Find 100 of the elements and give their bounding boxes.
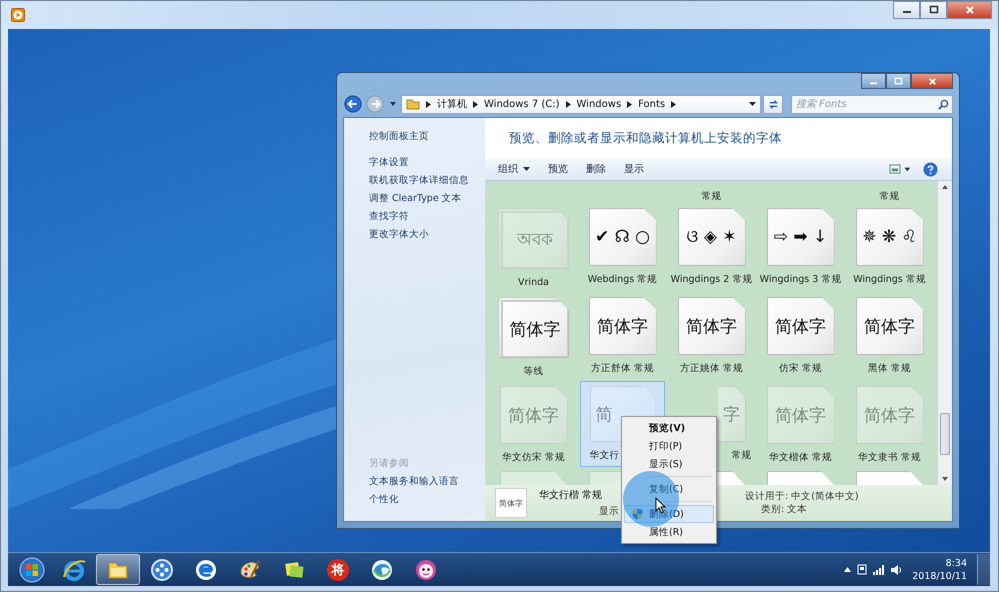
nav-link[interactable]: 更改字体大小 <box>369 226 485 244</box>
font-file-icon[interactable]: ⇨ ➡ ↓ <box>766 208 834 266</box>
maximize-button[interactable] <box>886 73 911 89</box>
scroll-down-icon[interactable] <box>942 477 948 481</box>
font-file-icon[interactable]: 简体字 <box>498 297 569 358</box>
chevron-icon <box>566 100 571 108</box>
toolbar-button[interactable]: 删除 <box>577 159 615 179</box>
clock[interactable]: 8:34 2018/10/11 <box>908 556 971 582</box>
font-sample: অবক <box>517 229 553 252</box>
font-file-icon[interactable]: 简体字 <box>588 297 656 355</box>
font-label[interactable]: 等线 <box>492 363 576 380</box>
font-label[interactable]: 仿宋 常规 <box>758 360 842 377</box>
speaker-icon[interactable] <box>891 564 902 574</box>
font-sample: ଓ ◈ ✶ <box>686 227 737 247</box>
close-icon <box>928 76 936 86</box>
font-label[interactable]: Wingdings 常规 <box>848 271 932 288</box>
font-file-icon[interactable]: 简体字 <box>856 297 924 355</box>
show-desktop-button[interactable] <box>977 554 990 585</box>
scrollbar[interactable] <box>937 181 952 485</box>
font-sample: 简体字 <box>510 318 560 340</box>
font-file-icon[interactable]: 简体字 <box>766 297 834 355</box>
font-label[interactable]: Vrinda <box>492 274 576 291</box>
font-sample: 简体字 <box>775 404 826 426</box>
chevron-icon <box>627 100 632 108</box>
font-sample: 简体字 <box>508 404 559 426</box>
nav-link[interactable]: 联机获取字体详细信息 <box>369 172 485 190</box>
folder-icon <box>406 97 420 111</box>
font-file-icon[interactable]: ଓ ◈ ✶ <box>678 208 746 266</box>
font-sample: 简体字 <box>775 316 826 338</box>
font-sample: 简体字 <box>597 316 648 338</box>
toolbar-button[interactable]: 显示 <box>615 159 653 179</box>
font-file-icon[interactable]: ✔ ☊ ○ <box>588 208 656 266</box>
font-sample: 简体字 <box>686 316 737 338</box>
scroll-up-icon[interactable] <box>942 185 948 189</box>
nav-link[interactable]: 个性化 <box>369 491 485 509</box>
minimize-button[interactable] <box>861 73 886 89</box>
toolbar-button[interactable]: 预览 <box>539 159 577 179</box>
close-button[interactable] <box>947 1 992 19</box>
font-name: 华文行楷 常规 <box>539 488 602 502</box>
view-icon <box>889 164 911 174</box>
font-label[interactable]: 方正舒体 常规 <box>580 360 664 377</box>
detail-text: 显示 <box>599 505 619 518</box>
page-heading: 预览、删除或者显示和隐藏计算机上安装的字体 <box>508 128 783 146</box>
font-label[interactable]: 黑体 常规 <box>848 360 932 377</box>
breadcrumb[interactable]: Windows 7 (C:) <box>484 98 560 110</box>
chevron-icon <box>671 100 676 108</box>
back-button[interactable] <box>343 94 363 114</box>
close-button[interactable] <box>911 73 953 89</box>
menu-item[interactable]: 属性(R) <box>624 523 714 541</box>
play-icon <box>11 8 25 22</box>
font-sample: ⇨ ➡ ↓ <box>774 227 828 247</box>
font-label: 常规 <box>702 190 722 203</box>
detail-text: 类别: 文本 <box>761 503 808 516</box>
history-caret-icon[interactable] <box>390 102 396 106</box>
search-field[interactable]: 搜索 Fonts <box>791 94 953 114</box>
toolbar-button[interactable]: 组织 <box>489 159 539 179</box>
section-title: 另请参阅 <box>369 457 410 471</box>
font-sample: ✔ ☊ ○ <box>595 227 650 247</box>
font-sample: 简 <box>596 404 612 426</box>
breadcrumb[interactable]: 计算机 <box>437 97 467 111</box>
refresh-button[interactable] <box>763 94 783 114</box>
media-player-icon <box>149 556 175 582</box>
font-sample: ✵ ❋ ♌ <box>862 227 917 247</box>
nav-link[interactable]: 控制面板主页 <box>369 128 485 146</box>
font-label[interactable]: Wingdings 2 常规 <box>670 271 754 288</box>
address-bar[interactable]: 计算机 Windows 7 (C:) Windows Fonts <box>401 94 761 114</box>
font-label[interactable]: Wingdings 3 常规 <box>758 271 842 288</box>
menu-item[interactable]: 显示(S) <box>624 455 714 473</box>
breadcrumb[interactable]: Fonts <box>638 98 666 110</box>
nav-link[interactable]: 查找字符 <box>369 208 485 226</box>
font-label[interactable]: Webdings 常规 <box>580 271 664 288</box>
nav-link[interactable]: 字体设置 <box>369 154 485 172</box>
font-label[interactable]: 华文楷体 常规 <box>758 449 842 466</box>
font-sample: 简体字 <box>864 404 915 426</box>
scroll-thumb[interactable] <box>940 413 950 455</box>
refresh-icon <box>766 98 780 110</box>
dropdown-caret-icon <box>749 102 756 106</box>
show-hidden-icons-icon[interactable] <box>844 567 852 572</box>
chevron-icon <box>426 100 431 108</box>
taskbar-button[interactable] <box>96 554 140 585</box>
maximize-button[interactable] <box>920 1 947 19</box>
taskbar-button[interactable]: 将 <box>316 554 360 585</box>
close-icon <box>964 5 974 15</box>
font-file-icon[interactable]: 简体字 <box>678 297 746 355</box>
font-label[interactable]: 华文隶书 常规 <box>848 449 932 466</box>
font-sample: 字 <box>723 404 740 426</box>
nav-link[interactable]: 调整 ClearType 文本 <box>369 190 485 208</box>
minimize-button[interactable] <box>893 1 920 19</box>
font-label[interactable]: 华文仿宋 常规 <box>492 449 576 466</box>
detail-text: 设计用于: 中文(简体中文) <box>745 490 859 503</box>
nav-link[interactable]: 文本服务和输入语言 <box>369 473 485 491</box>
font-label[interactable]: 方正姚体 常规 <box>670 360 754 377</box>
device-icon[interactable] <box>857 564 868 575</box>
maximize-icon <box>928 5 938 15</box>
shield-icon <box>632 508 642 520</box>
breadcrumb[interactable]: Windows <box>576 98 622 110</box>
search-icon <box>938 98 949 110</box>
font-file-icon[interactable]: ✵ ❋ ♌ <box>856 208 924 266</box>
signal-bars-icon[interactable] <box>873 564 886 574</box>
maximize-icon <box>894 76 903 86</box>
